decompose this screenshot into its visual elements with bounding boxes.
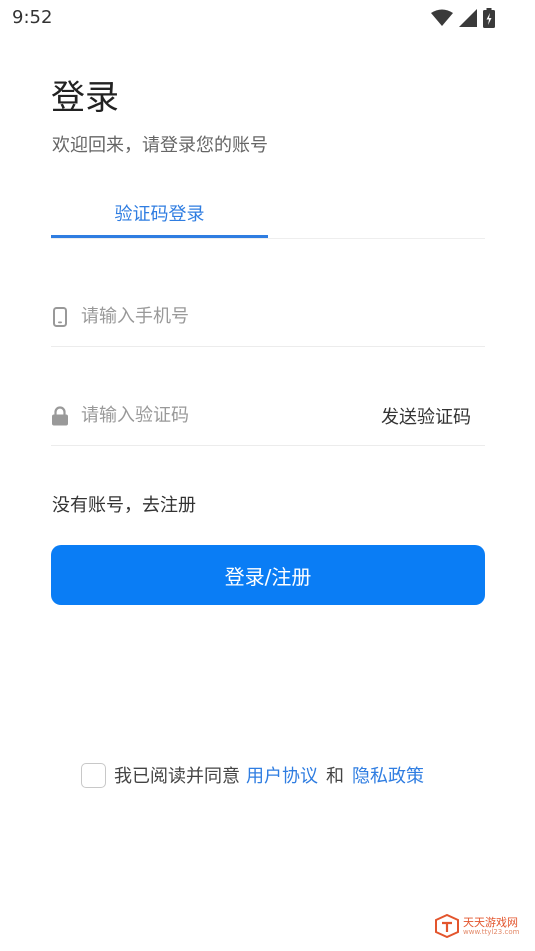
- phone-input[interactable]: [81, 306, 485, 327]
- verification-code-field: 发送验证码: [51, 386, 485, 446]
- phone-icon: [51, 306, 69, 328]
- watermark-url: www.ttyl23.com: [463, 927, 520, 936]
- login-register-button[interactable]: 登录/注册: [51, 545, 485, 605]
- lock-icon: [51, 405, 69, 427]
- wifi-icon: [431, 9, 453, 26]
- agreement-row: 我已阅读并同意 用户协议 和 隐私政策: [81, 762, 424, 788]
- watermark-text: 天天游戏网: [463, 915, 518, 929]
- phone-field: [51, 287, 485, 347]
- status-time: 9:52: [12, 7, 53, 28]
- register-link[interactable]: 没有账号，去注册: [52, 491, 196, 517]
- tab-label: 验证码登录: [114, 204, 205, 225]
- privacy-policy-link[interactable]: 隐私政策: [352, 762, 424, 788]
- agreement-conjunction: 和: [326, 766, 344, 787]
- page-title: 登录: [51, 78, 119, 118]
- status-icons: [431, 7, 495, 29]
- agreement-checkbox[interactable]: [81, 762, 106, 788]
- watermark: 天天游戏网 www.ttyl23.com: [434, 914, 519, 938]
- tab-bar: 验证码登录: [51, 190, 485, 239]
- user-agreement-link[interactable]: 用户协议: [246, 762, 318, 788]
- watermark-text-block: 天天游戏网 www.ttyl23.com: [463, 917, 519, 936]
- signal-icon: [459, 9, 477, 27]
- verification-code-input[interactable]: [81, 405, 381, 426]
- agreement-text: 我已阅读并同意: [114, 766, 240, 787]
- tab-active-indicator: [51, 235, 268, 238]
- battery-icon: [483, 8, 495, 28]
- watermark-logo-icon: [435, 914, 459, 938]
- status-bar: 9:52: [0, 0, 535, 36]
- send-code-button[interactable]: 发送验证码: [381, 403, 471, 429]
- login-screen: 9:52 登录 欢迎回来，请登录您的账号 验证码登录 请输入手机号 请输入验证码…: [0, 0, 535, 951]
- tab-sms-login[interactable]: 验证码登录: [51, 190, 268, 238]
- page-subtitle: 欢迎回来，请登录您的账号: [52, 135, 268, 156]
